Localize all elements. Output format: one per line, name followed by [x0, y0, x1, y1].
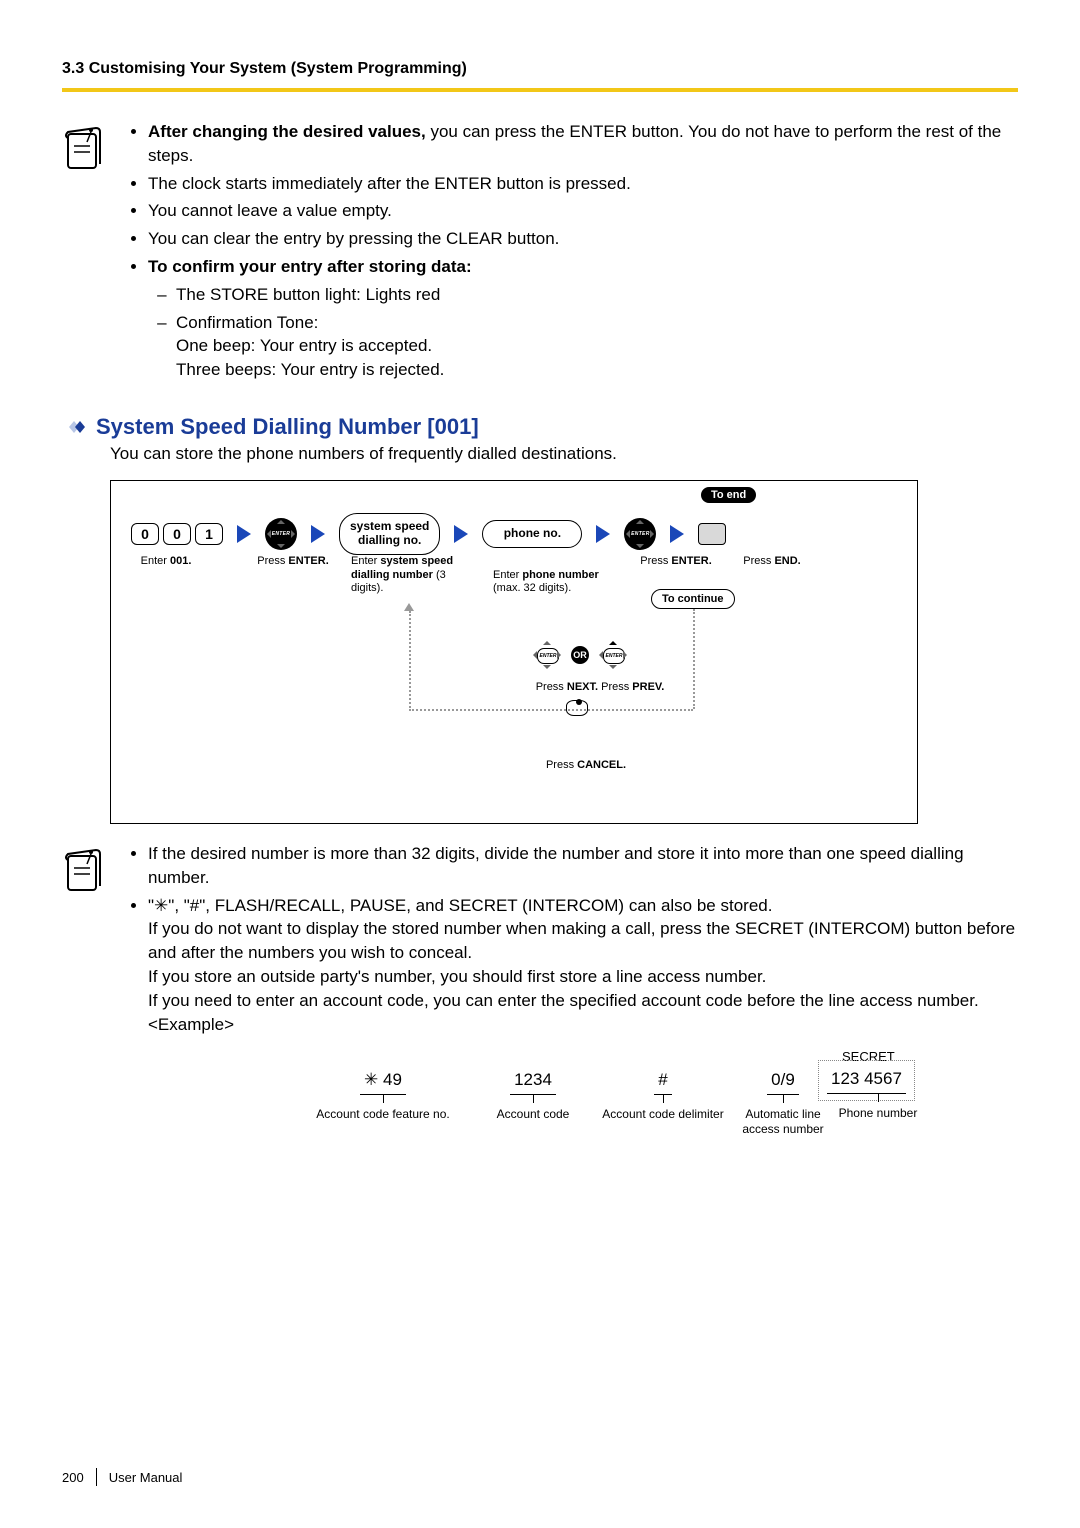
arrow-icon	[454, 525, 468, 543]
enter-joystick-icon: ENTER	[265, 518, 297, 550]
footer-label: User Manual	[109, 1470, 183, 1485]
feature-title: System Speed Dialling Number [001]	[96, 414, 479, 440]
feature-heading: System Speed Dialling Number [001]	[62, 414, 1018, 440]
bubble-ssd: system speed dialling no.	[339, 513, 440, 555]
footer: 200 User Manual	[62, 1468, 182, 1486]
arrow-icon	[596, 525, 610, 543]
arrow-icon	[670, 525, 684, 543]
pill-to-end: To end	[701, 487, 756, 503]
flow-diagram: To end 0 0 1 ENTER system speed dialling…	[110, 480, 918, 824]
arrow-icon	[311, 525, 325, 543]
section-header: 3.3 Customising Your System (System Prog…	[62, 60, 1018, 92]
diamond-bullet-icon	[62, 418, 90, 436]
note-block-1: After changing the desired values, you c…	[62, 120, 1018, 386]
page-number: 200	[62, 1470, 84, 1485]
or-badge: OR	[571, 646, 589, 664]
enter-joystick-icon: ENTER	[624, 518, 656, 550]
bubble-phone: phone no.	[482, 520, 582, 548]
notebook-icon	[62, 120, 108, 386]
next-joystick-icon: ENTER	[597, 639, 629, 671]
arrow-icon	[237, 525, 251, 543]
note-block-2: If the desired number is more than 32 di…	[62, 842, 1018, 1148]
entry-001: 0 0 1	[131, 523, 223, 545]
cancel-dial-icon	[565, 699, 587, 717]
example-row: SECRET ✳ 49 Account code feature no. 123…	[258, 1054, 1018, 1144]
feature-description: You can store the phone numbers of frequ…	[62, 444, 1018, 464]
prev-joystick-icon: ENTER	[531, 639, 563, 671]
end-button-icon	[698, 523, 726, 545]
pill-to-continue: To continue	[651, 589, 735, 609]
note-body-1: After changing the desired values, you c…	[126, 120, 1018, 386]
notebook-icon	[62, 842, 108, 1148]
note-body-2: If the desired number is more than 32 di…	[126, 842, 1018, 1148]
